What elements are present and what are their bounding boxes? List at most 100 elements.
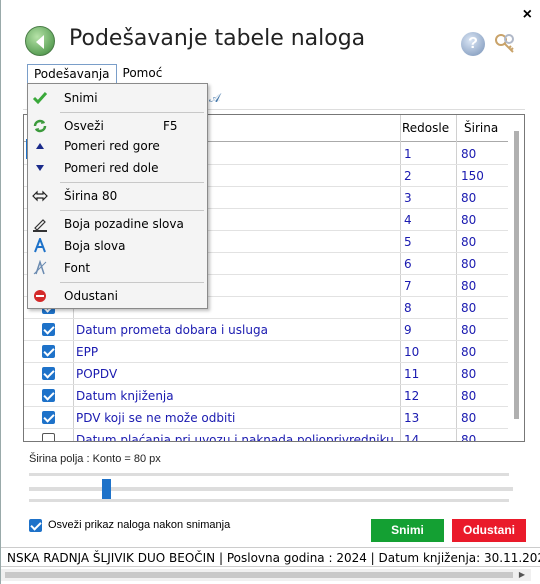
save-button[interactable]: Snimi bbox=[371, 519, 444, 542]
menu-separator bbox=[60, 282, 204, 283]
checkmark-icon bbox=[32, 90, 48, 106]
close-icon[interactable]: × bbox=[523, 6, 532, 24]
table-row[interactable]: POPDV 11 80 bbox=[24, 363, 508, 385]
column-width[interactable]: 80 bbox=[461, 389, 476, 403]
podesavanja-dropdown: Snimi Osveži F5 Pomeri red gore Pomeri r… bbox=[27, 83, 208, 309]
help-icon[interactable]: ? bbox=[461, 32, 485, 56]
column-order[interactable]: 10 bbox=[404, 345, 419, 359]
column-width[interactable]: 80 bbox=[461, 345, 476, 359]
column-width[interactable]: 80 bbox=[461, 411, 476, 425]
column-order[interactable]: 3 bbox=[404, 191, 412, 205]
column-order[interactable]: 7 bbox=[404, 279, 412, 293]
column-order[interactable]: 4 bbox=[404, 213, 412, 227]
column-name: POPDV bbox=[76, 367, 118, 381]
table-row[interactable]: EPP 10 80 bbox=[24, 341, 508, 363]
menu-item-label: Boja pozadine slova bbox=[64, 217, 184, 231]
header-sirina[interactable]: Širina bbox=[464, 121, 498, 135]
arrow-up-icon bbox=[32, 138, 48, 154]
column-width[interactable]: 80 bbox=[461, 191, 476, 205]
header-redosled[interactable]: Redosle bbox=[402, 121, 449, 135]
menu-item-label: Širina 80 bbox=[64, 189, 118, 203]
column-width[interactable]: 80 bbox=[461, 323, 476, 337]
settings-window: × Podešavanje tabele naloga ? Podešavanj… bbox=[0, 0, 540, 584]
column-width[interactable]: 80 bbox=[461, 235, 476, 249]
shortcut-label: F5 bbox=[163, 119, 178, 133]
menu-item-boja-slova[interactable]: Boja slova bbox=[28, 235, 207, 257]
status-bar: NSKA RADNJA ŠLJIVIK DUO BEOČIN | Poslovn… bbox=[1, 547, 540, 567]
menu-item-label: Snimi bbox=[64, 91, 98, 105]
horizontal-scrollbar[interactable]: ▶ bbox=[1, 569, 531, 581]
refresh-icon bbox=[32, 118, 48, 134]
menu-item-label: Osveži bbox=[64, 119, 104, 133]
status-text: NSKA RADNJA ŠLJIVIK DUO BEOČIN | Poslovn… bbox=[7, 551, 540, 565]
table-row[interactable]: Datum plaćanja pri uvozu i naknada poljo… bbox=[24, 429, 508, 442]
refresh-after-save-label: Osveži prikaz naloga nakon snimanja bbox=[48, 519, 231, 531]
cancel-button[interactable]: Odustani bbox=[452, 519, 526, 542]
menu-podesavanja[interactable]: Podešavanja bbox=[27, 64, 117, 84]
scrollbar-thumb[interactable] bbox=[5, 572, 513, 578]
row-visible-checkbox[interactable] bbox=[42, 323, 55, 336]
column-name: Datum knjiženja bbox=[76, 389, 174, 403]
table-row[interactable]: PDV koji se ne može odbiti 13 80 bbox=[24, 407, 508, 429]
column-width[interactable]: 150 bbox=[461, 169, 484, 183]
column-width[interactable]: 80 bbox=[461, 433, 476, 441]
page-title: Podešavanje tabele naloga bbox=[69, 26, 366, 51]
column-width[interactable]: 80 bbox=[461, 367, 476, 381]
menu-item-sirina[interactable]: Širina 80 bbox=[28, 185, 207, 207]
row-visible-checkbox[interactable] bbox=[42, 367, 55, 380]
menu-item-label: Font bbox=[64, 261, 91, 275]
row-visible-checkbox[interactable] bbox=[42, 345, 55, 358]
column-order[interactable]: 12 bbox=[404, 389, 419, 403]
column-width[interactable]: 80 bbox=[461, 213, 476, 227]
menu-item-odustani[interactable]: Odustani bbox=[28, 285, 207, 307]
font-tool-icon[interactable]: 𝒜 bbox=[209, 91, 220, 106]
menu-separator bbox=[60, 210, 204, 211]
row-visible-checkbox[interactable] bbox=[42, 433, 55, 441]
menu-item-pomeri-gore[interactable]: Pomeri red gore bbox=[28, 135, 207, 157]
column-name: PDV koji se ne može odbiti bbox=[76, 411, 236, 425]
menu-separator bbox=[60, 112, 204, 113]
column-name: EPP bbox=[76, 345, 99, 359]
refresh-after-save-checkbox[interactable] bbox=[29, 519, 42, 532]
column-order[interactable]: 11 bbox=[404, 367, 419, 381]
column-order[interactable]: 1 bbox=[404, 147, 412, 161]
column-width[interactable]: 80 bbox=[461, 301, 476, 315]
slider-knob[interactable] bbox=[102, 479, 111, 499]
column-order[interactable]: 9 bbox=[404, 323, 412, 337]
back-arrow-icon[interactable] bbox=[25, 26, 55, 56]
column-order[interactable]: 2 bbox=[404, 169, 412, 183]
menu-item-font[interactable]: Font bbox=[28, 257, 207, 279]
scroll-right-icon[interactable]: ▶ bbox=[519, 570, 525, 579]
slider-track bbox=[29, 473, 509, 476]
column-width[interactable]: 80 bbox=[461, 279, 476, 293]
menu-item-label: Pomeri red dole bbox=[64, 161, 159, 175]
table-row[interactable]: Datum knjiženja 12 80 bbox=[24, 385, 508, 407]
menu-pomoc[interactable]: Pomoć bbox=[117, 64, 169, 84]
menu-item-label: Odustani bbox=[64, 289, 118, 303]
column-name: Datum plaćanja pri uvozu i naknada poljo… bbox=[76, 433, 394, 442]
highlighter-icon bbox=[32, 216, 48, 232]
column-order[interactable]: 8 bbox=[404, 301, 412, 315]
column-order[interactable]: 13 bbox=[404, 411, 419, 425]
menu-item-snimi[interactable]: Snimi bbox=[28, 87, 207, 109]
column-width[interactable]: 80 bbox=[461, 147, 476, 161]
row-visible-checkbox[interactable] bbox=[42, 389, 55, 402]
slider-track bbox=[29, 499, 509, 502]
menu-item-boja-pozadine[interactable]: Boja pozadine slova bbox=[28, 213, 207, 235]
vertical-scrollbar[interactable] bbox=[512, 129, 522, 429]
column-order[interactable]: 5 bbox=[404, 235, 412, 249]
resize-horizontal-icon bbox=[32, 188, 48, 204]
table-row[interactable]: Datum prometa dobara i usluga 9 80 bbox=[24, 319, 508, 341]
width-slider[interactable] bbox=[29, 473, 513, 503]
column-order[interactable]: 6 bbox=[404, 257, 412, 271]
column-width[interactable]: 80 bbox=[461, 257, 476, 271]
menu-item-osvezi[interactable]: Osveži F5 bbox=[28, 115, 207, 137]
cancel-icon bbox=[32, 288, 48, 304]
menu-item-pomeri-dole[interactable]: Pomeri red dole bbox=[28, 157, 207, 179]
row-visible-checkbox[interactable] bbox=[42, 411, 55, 424]
menu-item-label: Boja slova bbox=[64, 239, 126, 253]
keys-icon[interactable] bbox=[493, 32, 519, 56]
font-color-icon bbox=[32, 236, 48, 254]
column-order[interactable]: 14 bbox=[404, 433, 419, 441]
column-name: Datum prometa dobara i usluga bbox=[76, 323, 268, 337]
